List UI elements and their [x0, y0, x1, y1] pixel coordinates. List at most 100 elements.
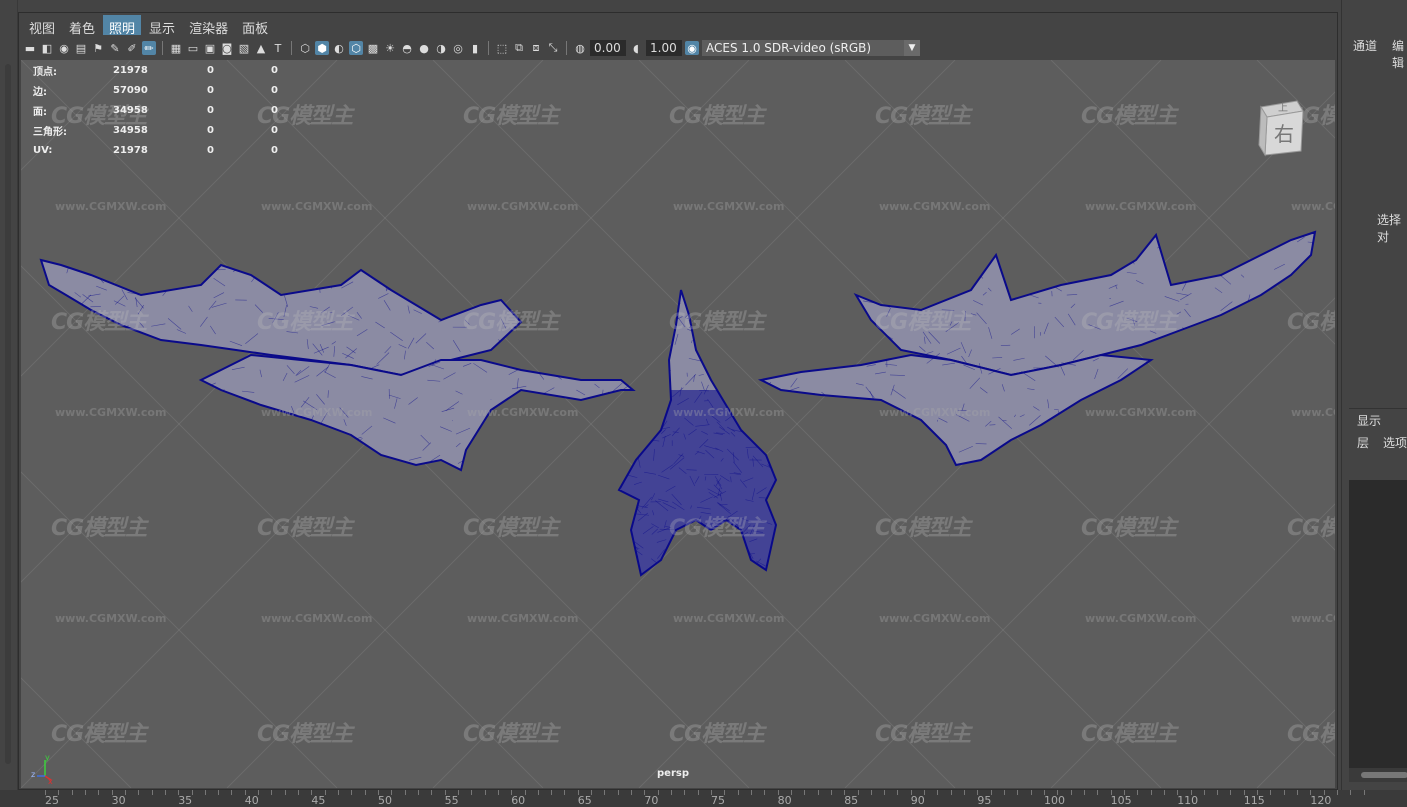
- safe-action-icon[interactable]: ▲: [254, 41, 268, 55]
- 3d-viewport[interactable]: CG模型主 CG模型主 CG模型主 CG模型主 www.CGMXW.com www.CGM…: [21, 60, 1335, 788]
- shadows-icon[interactable]: ◓: [400, 41, 414, 55]
- film-gate-icon[interactable]: ▭: [186, 41, 200, 55]
- wireframe-edge: [213, 428, 224, 431]
- gamma-field[interactable]: 0.00: [590, 40, 626, 56]
- wireframe-edge: [118, 344, 127, 356]
- wireframe-edge: [1260, 234, 1266, 242]
- timeline-tick: [1323, 790, 1325, 795]
- camera-attributes-icon[interactable]: ◧: [40, 41, 54, 55]
- wireframe-edge: [764, 334, 766, 336]
- exposure-field[interactable]: 1.00: [646, 40, 682, 56]
- safe-title-icon[interactable]: T: [271, 41, 285, 55]
- wireframe-edge: [735, 573, 741, 575]
- timeline-tick: [790, 790, 792, 795]
- screen-space-ao-icon[interactable]: ●: [417, 41, 431, 55]
- anti-aliasing-icon[interactable]: ◎: [451, 41, 465, 55]
- gate-mask-icon[interactable]: ◙: [220, 41, 234, 55]
- layer-list[interactable]: [1349, 480, 1407, 770]
- wireframe-edge: [1259, 305, 1264, 307]
- draw-icon[interactable]: ✏: [142, 41, 156, 55]
- lighting-icon[interactable]: ☀: [383, 41, 397, 55]
- wireframe-edge: [1143, 409, 1156, 416]
- timeline-tick: [1137, 790, 1139, 795]
- timeline-tick: [244, 790, 246, 795]
- wireframe-edge: [187, 458, 196, 465]
- wireframe-edge: [497, 339, 511, 347]
- wireframe-edge: [647, 574, 651, 575]
- wireframe-icon[interactable]: ⬡: [298, 41, 312, 55]
- gamma-icon[interactable]: ◍: [573, 41, 587, 55]
- 2d-pan-icon[interactable]: ✎: [108, 41, 122, 55]
- viewcube[interactable]: 上 右: [1257, 97, 1305, 157]
- image-plane-icon[interactable]: ▤: [74, 41, 88, 55]
- wireframe-edge: [507, 285, 513, 288]
- toolbar-divider: [291, 41, 292, 55]
- wireframe-edge: [616, 500, 627, 504]
- tab-edit[interactable]: 编辑: [1392, 37, 1407, 71]
- wireframe-edge: [493, 276, 504, 289]
- wireframe-edge: [649, 429, 658, 432]
- dragon-wireframe-model[interactable]: [39, 227, 1317, 585]
- wireframe-edge: [289, 273, 302, 285]
- wireframe-edge: [770, 501, 786, 507]
- wireframe-edge: [112, 326, 125, 330]
- wireframe-edge: [584, 365, 599, 369]
- wireframe-edge: [295, 262, 299, 271]
- timeline-tick: [937, 790, 939, 795]
- bookmark-icon[interactable]: ⚑: [91, 41, 105, 55]
- xray-active-icon[interactable]: ⧈: [529, 41, 543, 55]
- right-wing-lower: [757, 353, 1154, 467]
- tab-channels[interactable]: 通道: [1353, 37, 1377, 54]
- wireframe-edge: [792, 245, 794, 248]
- layer-menu[interactable]: 层: [1357, 434, 1369, 451]
- wireframe-edge: [503, 260, 505, 266]
- xray-icon[interactable]: ⧉: [512, 41, 526, 55]
- timeline-tick: [830, 790, 832, 795]
- timeline-tick: [511, 790, 513, 795]
- timeline-tick: [737, 790, 739, 795]
- timeline-tick: [417, 790, 419, 795]
- scrollbar-thumb[interactable]: [1361, 772, 1407, 778]
- left-scroll-grip[interactable]: [5, 64, 11, 764]
- wireframe-edge: [407, 268, 411, 279]
- options-menu[interactable]: 选项: [1383, 434, 1407, 451]
- depth-of-field-icon[interactable]: ▮: [468, 41, 482, 55]
- wireframe-edge: [61, 331, 72, 333]
- motion-blur-icon[interactable]: ◑: [434, 41, 448, 55]
- time-slider[interactable]: 25 30 35 40 45 50 55 60 65 70 75 80 85 90 95 100 105 110 1…: [0, 790, 1407, 807]
- wireframe-edge: [761, 415, 773, 421]
- field-chart-icon[interactable]: ▧: [237, 41, 251, 55]
- grease-pencil-icon[interactable]: ✐: [125, 41, 139, 55]
- resolution-gate-icon[interactable]: ▣: [203, 41, 217, 55]
- wireframe-edge: [765, 306, 771, 311]
- menu-show[interactable]: 显示: [143, 15, 181, 37]
- isolate-select-icon[interactable]: ⬚: [495, 41, 509, 55]
- menu-lighting[interactable]: 照明: [103, 15, 142, 37]
- view-transform-select[interactable]: ACES 1.0 SDR-video (sRGB) ▼: [702, 40, 920, 56]
- bookmark-camera-icon[interactable]: ◉: [57, 41, 71, 55]
- wireframe-edge: [761, 304, 768, 308]
- textured-icon[interactable]: ▩: [366, 41, 380, 55]
- select-camera-icon[interactable]: ▬: [23, 41, 37, 55]
- layer-scrollbar[interactable]: [1349, 768, 1407, 782]
- exposure-icon[interactable]: ◖: [629, 41, 643, 55]
- tab-display[interactable]: 显示: [1357, 412, 1381, 429]
- color-management-icon[interactable]: ◉: [685, 41, 699, 55]
- wireframe-edge: [647, 371, 657, 373]
- default-material-icon[interactable]: ◐: [332, 41, 346, 55]
- menu-view[interactable]: 视图: [23, 15, 61, 37]
- xray-joints-icon[interactable]: ⤡: [546, 41, 560, 55]
- viewcube-side-face[interactable]: [1258, 105, 1268, 157]
- menu-shading[interactable]: 着色: [63, 15, 101, 37]
- menu-renderer[interactable]: 渲染器: [183, 15, 234, 37]
- timeline-tick: [218, 790, 220, 795]
- wireframe-edge: [166, 454, 173, 457]
- wireframe-on-shaded-icon[interactable]: ⬡: [349, 41, 363, 55]
- smooth-shade-icon[interactable]: ⬢: [315, 41, 329, 55]
- wireframe-edge: [1176, 352, 1188, 359]
- wireframe-edge: [630, 338, 637, 346]
- grid-icon[interactable]: ▦: [169, 41, 183, 55]
- wireframe-edge: [614, 408, 624, 415]
- menu-panels[interactable]: 面板: [236, 15, 274, 37]
- wireframe-edge: [282, 443, 291, 449]
